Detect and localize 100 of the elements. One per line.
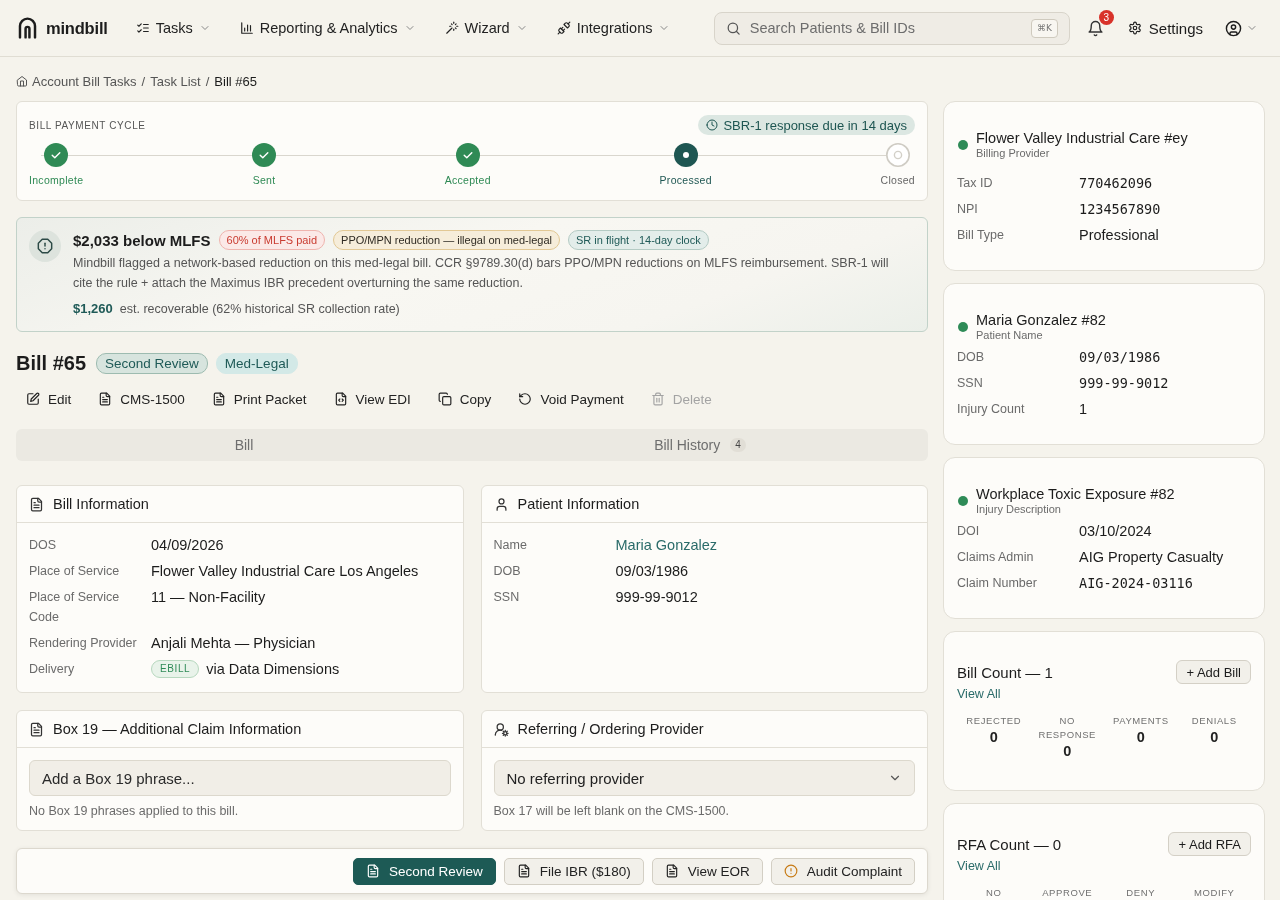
nav-menu-button[interactable]: Reporting & Analytics <box>231 14 424 42</box>
entity-subtitle: Patient Name <box>976 329 1044 342</box>
user-menu-button[interactable] <box>1225 19 1258 37</box>
phrase-input-field[interactable]: Add a Box 19 phrase... <box>29 760 451 796</box>
bell-icon <box>1086 20 1104 37</box>
action-button[interactable]: Audit Complaint <box>770 857 915 885</box>
card-title: Referring / Ordering Provider <box>517 721 704 737</box>
home-icon <box>16 75 28 87</box>
document-icon <box>366 864 381 878</box>
stat-value: 0 <box>1210 728 1219 746</box>
count-badge: 4 <box>730 438 746 452</box>
tab[interactable]: Bill <box>18 431 470 459</box>
card-title: Bill Information <box>53 496 149 512</box>
field-label: DOB <box>493 563 522 580</box>
entity-subtitle: Injury Description <box>976 503 1062 516</box>
undo-icon <box>518 392 533 406</box>
provider-select[interactable]: No referring provider <box>493 760 915 796</box>
field-label: Place of Service <box>29 563 121 580</box>
field-label: DOB <box>957 349 986 366</box>
field-label: Bill Type <box>957 227 1005 244</box>
step-label: Incomplete <box>29 174 84 187</box>
stat-label: REJECTED <box>966 714 1022 728</box>
document-icon <box>98 392 113 406</box>
bill-tag: Med-Legal <box>215 352 298 374</box>
bill-title: Bill #65 <box>16 351 87 375</box>
search-icon <box>725 20 741 36</box>
card-title: Patient Information <box>517 496 640 512</box>
payment-cycle-title: BILL PAYMENT CYCLE <box>29 119 146 131</box>
entity-title: Workplace Toxic Exposure #82 <box>976 486 1175 503</box>
tab[interactable]: Bill History 4 <box>474 431 926 459</box>
breadcrumb-link[interactable]: Task List <box>150 73 201 89</box>
patient-name-link[interactable]: Maria Gonzalez <box>615 535 915 555</box>
trash-icon <box>650 392 665 406</box>
field-value: 03/10/2024 <box>1079 522 1153 541</box>
field-value: 04/09/2026 <box>151 536 225 555</box>
toolbar-button[interactable]: Copy <box>427 385 502 413</box>
breadcrumb-link[interactable]: Account Bill Tasks <box>16 73 137 89</box>
field-value: 1 <box>1079 400 1089 419</box>
octagon-alert-icon <box>29 230 61 262</box>
field-value: AIG-2024-03116 <box>1079 574 1194 593</box>
count-title: Bill Count — 1 <box>957 663 1053 681</box>
toolbar-button[interactable]: Void Payment <box>508 385 634 413</box>
nav-menu-button[interactable]: Wizard <box>436 14 536 42</box>
delivery-badge: EBILL <box>151 660 200 678</box>
count-title: RFA Count — 0 <box>957 835 1062 853</box>
notification-count-badge: 3 <box>1098 10 1114 25</box>
step-label: Processed <box>659 174 712 187</box>
notifications-button[interactable]: 3 <box>1086 10 1114 37</box>
field-label: SSN <box>493 589 521 606</box>
field-label: Claim Number <box>957 575 1038 592</box>
field-label: Delivery <box>29 661 76 678</box>
field-value: Flower Valley Industrial Care Los Angeles <box>151 562 420 581</box>
action-button[interactable]: View EOR <box>651 857 763 885</box>
add-button[interactable]: + Add Bill <box>1176 660 1251 684</box>
toolbar-button[interactable]: CMS-1500 <box>88 385 195 413</box>
toolbar-button[interactable]: Edit <box>16 385 82 413</box>
action-button[interactable]: Second Review <box>353 857 496 885</box>
field-label: Injury Count <box>957 401 1026 418</box>
logo-icon <box>18 17 37 39</box>
code-file-icon <box>333 392 348 406</box>
bill-tag: Second Review <box>96 352 208 374</box>
stat-label: PAYMENTS <box>1112 714 1169 728</box>
document-icon <box>516 864 531 878</box>
field-label: DOI <box>957 523 981 540</box>
field-value: 999-99-9012 <box>615 588 699 607</box>
field-value: Professional <box>1079 226 1160 245</box>
field-value: AIG Property Casualty <box>1079 548 1225 567</box>
toolbar-button[interactable]: View EDI <box>323 385 421 413</box>
status-tag: 60% of MLFS paid <box>218 230 326 250</box>
brand-name: mindbill <box>46 18 108 38</box>
stat-label: DENY <box>1126 886 1156 900</box>
nav-menu-button[interactable]: Integrations <box>548 14 679 42</box>
step-label: Sent <box>252 174 276 187</box>
field-hint: No Box 19 phrases applied to this bill. <box>29 804 240 818</box>
field-label: Name <box>493 537 528 554</box>
entity-title: Maria Gonzalez #82 <box>976 312 1106 329</box>
settings-icon <box>1127 21 1142 35</box>
stat-label: APPROVE <box>1042 886 1093 900</box>
view-all-link[interactable]: View All <box>957 686 1001 702</box>
plug-icon <box>556 21 571 35</box>
clock-icon <box>706 119 719 131</box>
add-button[interactable]: + Add RFA <box>1168 832 1251 856</box>
copy-icon <box>437 392 452 406</box>
toolbar-button[interactable]: Print Packet <box>201 385 317 413</box>
nav-menu-button[interactable]: Tasks <box>127 14 219 42</box>
breadcrumb-separator: / <box>205 73 210 89</box>
field-value: via Data Dimensions <box>206 660 340 679</box>
action-button[interactable]: File IBR ($180) <box>503 857 644 885</box>
field-label: NPI <box>957 201 979 218</box>
field-value: 09/03/1986 <box>1079 348 1162 367</box>
stat-label: NO RESPONSE <box>1037 714 1098 742</box>
breadcrumb-separator: / <box>141 73 146 89</box>
step-label: Closed <box>880 174 915 187</box>
view-all-link[interactable]: View All <box>957 858 1001 874</box>
settings-button[interactable]: Settings <box>1127 19 1203 37</box>
field-hint: Box 17 will be left blank on the CMS-1500. <box>493 804 731 818</box>
field-value: 770462096 <box>1079 174 1154 193</box>
field-label: Rendering Provider <box>29 635 138 652</box>
stat-value: 0 <box>989 728 998 746</box>
field-value: 1234567890 <box>1079 200 1162 219</box>
